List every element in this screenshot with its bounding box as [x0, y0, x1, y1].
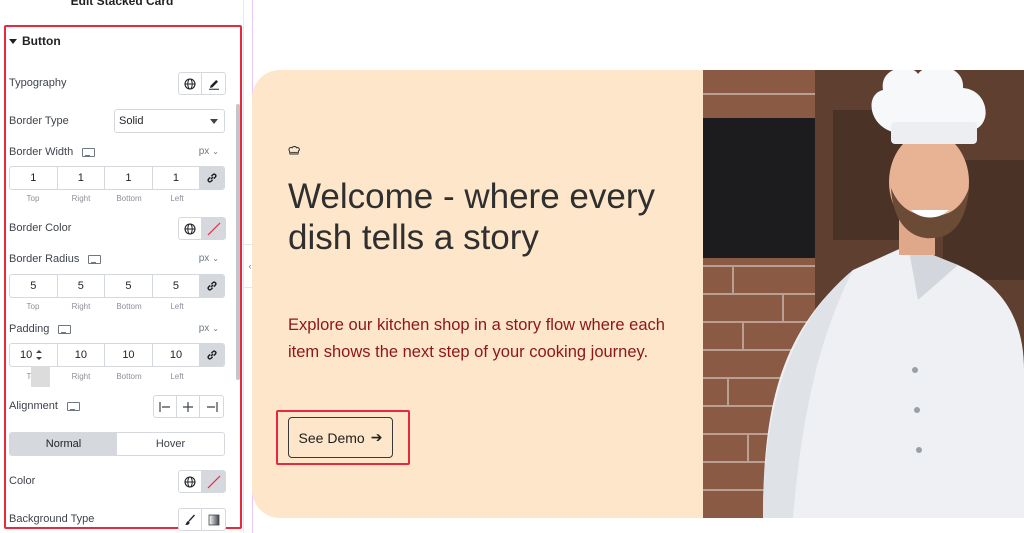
border-width-top-input[interactable]: 1 [10, 167, 58, 189]
border-radius-unit-select[interactable]: px ⌄ [199, 253, 219, 264]
state-tabs: Normal Hover [9, 432, 225, 456]
border-color-swatch[interactable] [202, 218, 225, 239]
border-width-bottom-input[interactable]: 1 [105, 167, 153, 189]
align-center-button[interactable] [177, 396, 200, 417]
section-toggle-button[interactable]: Button [9, 34, 61, 48]
color-swatch[interactable] [202, 471, 225, 492]
see-demo-label: See Demo [298, 429, 365, 446]
cursor-tooltip [31, 366, 50, 387]
spinner-arrows-icon[interactable] [36, 349, 43, 361]
chef-hat-icon [288, 146, 300, 155]
link-values-button[interactable] [200, 344, 224, 366]
background-type-label: Background Type [9, 513, 95, 525]
align-center-icon [183, 401, 193, 412]
desktop-icon [66, 401, 80, 411]
no-color-icon [207, 475, 220, 488]
border-radius-inputs: 5 5 5 5 [9, 274, 225, 298]
padding-top-input[interactable]: 10 [10, 344, 58, 366]
editor-panel: Edit Stacked Card Button Typography Bord… [0, 0, 244, 533]
border-radius-label: Border Radius [9, 253, 102, 265]
padding-label: Padding [9, 323, 72, 335]
tab-normal[interactable]: Normal [10, 433, 117, 455]
border-radius-bottom-input[interactable]: 5 [105, 275, 153, 297]
background-type-controls [178, 508, 226, 531]
padding-top-value: 10 [20, 349, 33, 361]
border-radius-left-input[interactable]: 5 [153, 275, 201, 297]
border-width-left-input[interactable]: 1 [153, 167, 201, 189]
link-icon [207, 281, 217, 291]
global-color-button[interactable] [179, 471, 202, 492]
brush-icon [185, 514, 195, 525]
border-color-label: Border Color [9, 222, 72, 234]
no-color-icon [207, 222, 220, 235]
global-typography-button[interactable] [179, 73, 202, 94]
edit-typography-button[interactable] [202, 73, 225, 94]
padding-right-input[interactable]: 10 [58, 344, 106, 366]
desktop-icon [58, 324, 72, 334]
see-demo-button[interactable]: See Demo ➔ [288, 417, 393, 458]
arrow-right-icon: ➔ [370, 429, 383, 445]
globe-icon [184, 222, 196, 235]
globe-icon [184, 77, 196, 90]
panel-title: Edit Stacked Card [70, 0, 174, 8]
link-values-button[interactable] [200, 167, 224, 189]
align-right-button[interactable] [200, 396, 223, 417]
border-type-value: Solid [119, 115, 144, 127]
align-left-button[interactable] [154, 396, 177, 417]
dropdown-arrow-icon [210, 118, 218, 124]
color-controls [178, 470, 226, 493]
stacked-card: Welcome - where every dish tells a story… [252, 70, 703, 518]
border-width-inputs: 1 1 1 1 [9, 166, 225, 190]
bg-gradient-button[interactable] [202, 509, 225, 530]
section-title: Button [22, 34, 61, 48]
pencil-icon [208, 79, 219, 90]
bg-classic-button[interactable] [179, 509, 202, 530]
border-width-unit-select[interactable]: px ⌄ [199, 146, 219, 157]
align-end-icon [206, 401, 218, 412]
border-radius-dim-labels: Top Right Bottom Left [26, 302, 184, 311]
padding-inputs: 10 10 10 10 [9, 343, 225, 367]
gradient-icon [208, 514, 219, 525]
desktop-icon [82, 147, 96, 157]
border-width-dim-labels: Top Right Bottom Left [26, 194, 184, 203]
color-label: Color [9, 475, 36, 487]
link-values-button[interactable] [200, 275, 224, 297]
caret-down-icon [9, 38, 17, 44]
card-title: Welcome - where every dish tells a story [288, 177, 655, 257]
link-icon [207, 173, 217, 183]
desktop-icon [88, 254, 102, 264]
alignment-label: Alignment [9, 400, 80, 412]
border-width-right-input[interactable]: 1 [58, 167, 106, 189]
border-radius-right-input[interactable]: 5 [58, 275, 106, 297]
chef-image [703, 70, 1024, 518]
tab-hover[interactable]: Hover [117, 433, 224, 455]
chef-photo [703, 70, 1024, 518]
card-description: Explore our kitchen shop in a story flow… [288, 316, 665, 361]
typography-label: Typography [9, 77, 67, 89]
padding-unit-select[interactable]: px ⌄ [199, 323, 219, 334]
padding-left-input[interactable]: 10 [153, 344, 201, 366]
alignment-controls [153, 395, 224, 418]
link-icon [207, 350, 217, 360]
globe-icon [184, 475, 196, 488]
border-type-select[interactable]: Solid [114, 109, 225, 133]
border-color-controls [178, 217, 226, 240]
border-width-label: Border Width [9, 146, 96, 158]
global-color-button[interactable] [179, 218, 202, 239]
align-start-icon [159, 401, 170, 412]
border-type-label: Border Type [9, 115, 69, 127]
panel-scrollbar[interactable] [236, 104, 240, 380]
padding-bottom-input[interactable]: 10 [105, 344, 153, 366]
border-radius-top-input[interactable]: 5 [10, 275, 58, 297]
typography-controls [178, 72, 226, 95]
